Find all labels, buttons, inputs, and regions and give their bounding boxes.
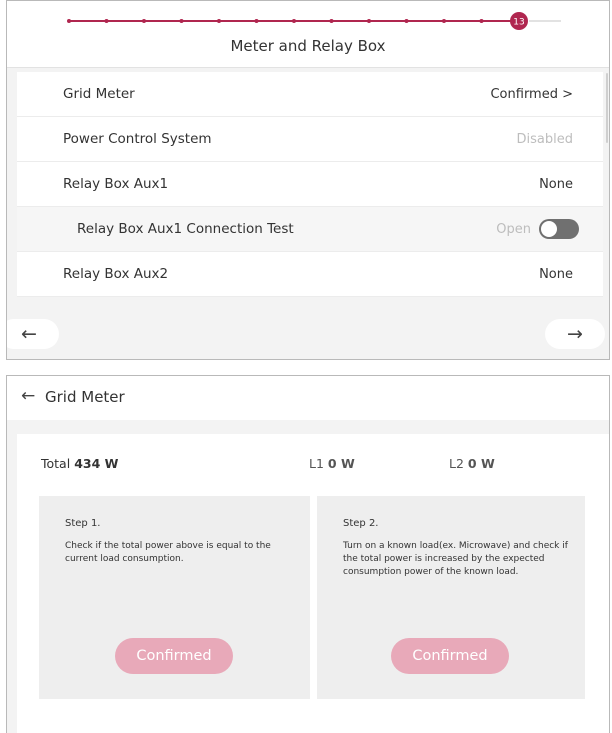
progress-dot [104, 19, 109, 23]
step-1-confirmed-button[interactable]: Confirmed [115, 638, 233, 674]
screen-header: 13 Meter and Relay Box [7, 1, 609, 68]
meter-relay-screen: 13 Meter and Relay Box Grid Meter Confir… [6, 0, 610, 360]
toggle-state-label: Open [496, 221, 531, 237]
previous-button[interactable]: ← [7, 319, 59, 349]
relay-aux1-connection-test-row: Relay Box Aux1 Connection Test Open [17, 207, 603, 252]
progress-dot [292, 19, 296, 23]
progress-dot [254, 19, 259, 23]
step-title: Step 2. [343, 518, 379, 529]
back-arrow-icon[interactable]: ← [21, 386, 35, 406]
current-step-number: 13 [513, 18, 524, 28]
l2-label: L2 [449, 456, 464, 471]
grid-meter-row[interactable]: Grid Meter Confirmed > [17, 72, 603, 117]
grid-meter-screen: ← Grid Meter Total 434 W L1 0 W L2 0 W S… [6, 375, 610, 733]
l2-value: 0 W [467, 456, 495, 471]
step-2-confirmed-button[interactable]: Confirmed [391, 638, 509, 674]
step-description: Turn on a known load(ex. Microwave) and … [343, 541, 568, 577]
next-button[interactable]: → [545, 319, 605, 349]
step-progress-bar: 13 [67, 12, 561, 30]
page-title: Grid Meter [45, 388, 125, 406]
row-label: Relay Box Aux1 [63, 176, 169, 192]
power-control-system-row[interactable]: Power Control System Disabled [17, 117, 603, 162]
total-label: Total [41, 456, 71, 471]
row-label: Power Control System [63, 131, 212, 147]
step-description: Check if the total power above is equal … [65, 541, 271, 564]
grid-meter-header: ← Grid Meter [7, 376, 609, 420]
step-2-card: Step 2. Turn on a known load(ex. Microwa… [317, 496, 585, 699]
progress-dot [179, 19, 184, 23]
connection-test-toggle[interactable] [539, 219, 579, 239]
progress-dot [442, 19, 446, 23]
screen-title: Meter and Relay Box [230, 37, 386, 55]
progress-dot [217, 19, 221, 23]
step-1-card: Step 1. Check if the total power above i… [39, 496, 310, 699]
progress-dot [404, 19, 409, 23]
arrow-left-icon: ← [21, 323, 37, 345]
grid-meter-status: Confirmed > [490, 86, 573, 102]
l1-power-readout: L1 0 W [309, 456, 355, 471]
progress-dot [142, 19, 146, 23]
row-label: Grid Meter [63, 86, 135, 102]
total-value: 434 W [74, 456, 119, 471]
row-label: Relay Box Aux2 [63, 266, 169, 282]
l1-label: L1 [309, 456, 324, 471]
progress-dot [479, 19, 484, 23]
relay-box-aux2-row[interactable]: Relay Box Aux2 None [17, 252, 603, 297]
grid-meter-content: Total 434 W L1 0 W L2 0 W Step 1. Check … [17, 434, 609, 733]
relay-box-aux1-row[interactable]: Relay Box Aux1 None [17, 162, 603, 207]
toggle-knob [541, 221, 557, 237]
row-label: Relay Box Aux1 Connection Test [77, 221, 294, 237]
l1-value: 0 W [327, 456, 355, 471]
progress-dot [67, 19, 71, 23]
l2-power-readout: L2 0 W [449, 456, 495, 471]
arrow-right-icon: → [567, 323, 583, 345]
list-scrollbar[interactable] [606, 73, 608, 143]
relay-aux2-value: None [539, 266, 573, 282]
progress-dot [329, 19, 334, 23]
progress-dot [367, 19, 371, 23]
step-title: Step 1. [65, 518, 101, 529]
relay-aux1-value: None [539, 176, 573, 192]
total-power-readout: Total 434 W [41, 456, 118, 471]
settings-list: Grid Meter Confirmed > Power Control Sys… [17, 72, 603, 297]
connection-test-control: Open [496, 219, 579, 239]
power-control-status: Disabled [516, 131, 573, 147]
